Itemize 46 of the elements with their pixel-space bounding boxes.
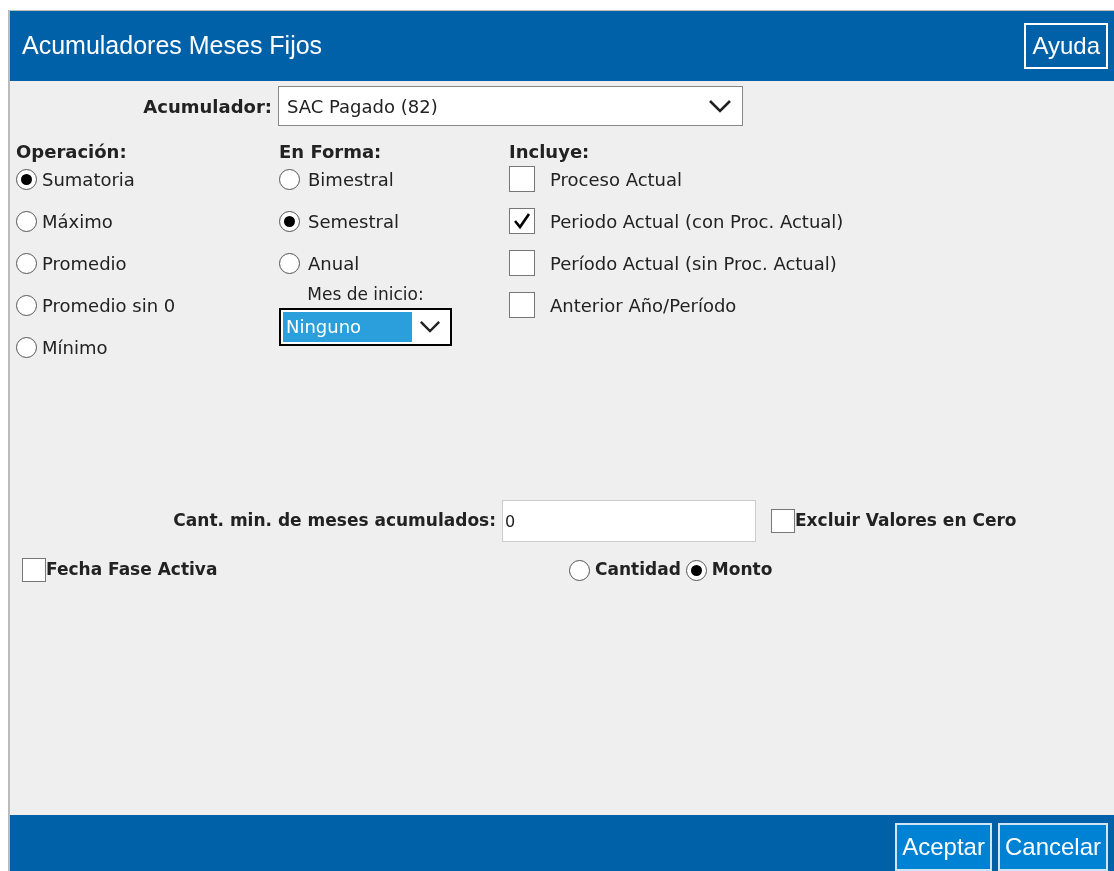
checkbox[interactable] bbox=[509, 250, 535, 276]
radio-button[interactable] bbox=[279, 168, 300, 190]
checkbox[interactable] bbox=[509, 208, 535, 234]
checkbox[interactable] bbox=[771, 509, 795, 533]
option-label: Promedio sin 0 bbox=[42, 293, 176, 318]
option-label: Promedio bbox=[42, 251, 127, 276]
window-title: Acumuladores Meses Fijos bbox=[22, 30, 323, 62]
radio-button[interactable] bbox=[279, 252, 300, 274]
checkbox[interactable] bbox=[22, 558, 46, 582]
checkbox-label: Excluir Valores en Cero bbox=[795, 509, 1017, 533]
option-label: Máximo bbox=[42, 209, 113, 234]
section-heading: Incluye: bbox=[509, 140, 591, 164]
chevron-down-icon bbox=[708, 99, 732, 113]
accumulator-dropdown[interactable]: SAC Pagado (82) bbox=[278, 86, 743, 126]
option-label: Cantidad bbox=[595, 558, 681, 582]
field-label: Cant. min. de meses acumulados: bbox=[172, 509, 497, 533]
option-label: Período Actual (sin Proc. Actual) bbox=[550, 251, 837, 276]
radio-button[interactable] bbox=[685, 559, 707, 581]
section-heading: Operación: bbox=[16, 140, 128, 164]
radio-button[interactable] bbox=[16, 336, 37, 358]
radio-button[interactable] bbox=[279, 210, 300, 232]
radio-button[interactable] bbox=[569, 559, 590, 581]
option-label: Proceso Actual bbox=[550, 167, 683, 192]
checkbox-label: Fecha Fase Activa bbox=[46, 558, 219, 582]
option-label: Bimestral bbox=[308, 167, 394, 192]
option-label: Anterior Año/Período bbox=[550, 293, 737, 318]
section-heading: En Forma: bbox=[279, 140, 383, 164]
checkbox[interactable] bbox=[509, 292, 535, 318]
radio-button[interactable] bbox=[16, 210, 37, 232]
option-label: Semestral bbox=[308, 209, 399, 234]
dialog-button[interactable]: Cancelar bbox=[997, 823, 1108, 871]
dialog-button[interactable]: Aceptar bbox=[895, 823, 992, 871]
help-button[interactable]: Ayuda bbox=[1024, 23, 1108, 69]
option-label: Anual bbox=[308, 251, 360, 276]
option-label: Periodo Actual (con Proc. Actual) bbox=[550, 209, 844, 234]
checkbox[interactable] bbox=[509, 166, 535, 192]
option-label: Sumatoria bbox=[42, 167, 135, 192]
radio-button[interactable] bbox=[16, 168, 37, 190]
radio-button[interactable] bbox=[16, 252, 37, 274]
field-label: Acumulador: bbox=[142, 94, 273, 119]
option-label: Monto bbox=[711, 558, 773, 582]
chevron-down-icon bbox=[419, 320, 441, 333]
option-label: Mínimo bbox=[42, 335, 108, 360]
field-label: Mes de inicio: bbox=[307, 283, 424, 306]
months-input[interactable]: 0 bbox=[502, 500, 756, 542]
radio-button[interactable] bbox=[16, 294, 37, 316]
